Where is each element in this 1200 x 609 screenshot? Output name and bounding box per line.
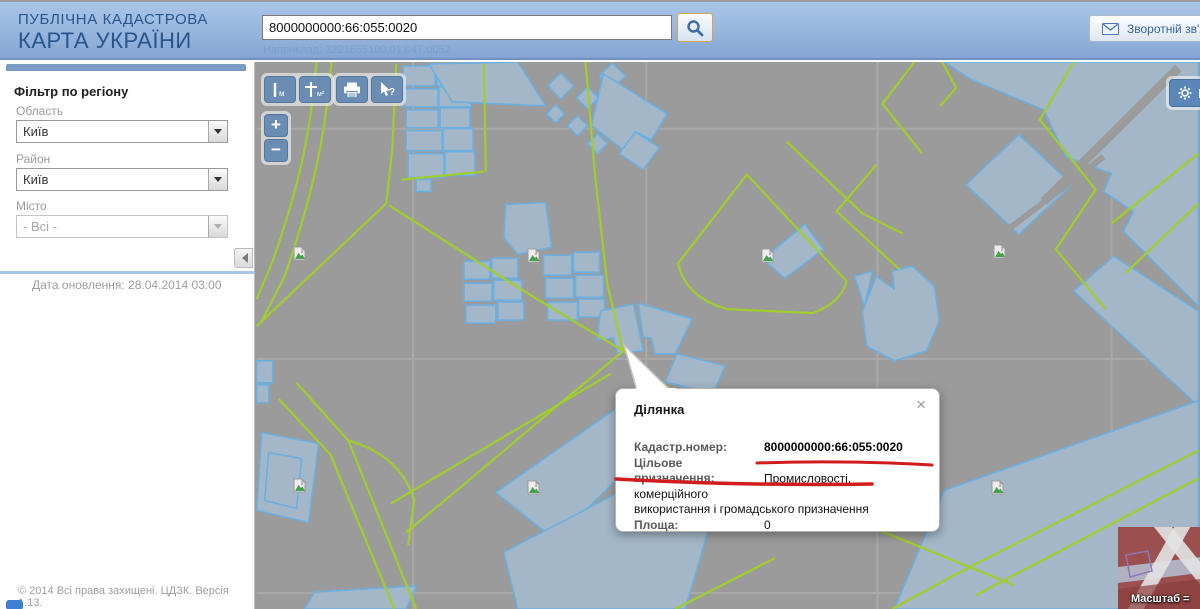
zoom-control: + − xyxy=(261,111,291,165)
purpose-label: Цільове призначення: xyxy=(634,456,764,487)
broken-image-marker[interactable] xyxy=(993,242,1007,259)
chevron-down-icon[interactable] xyxy=(208,169,227,190)
zoom-in-button[interactable]: + xyxy=(264,114,288,137)
svg-text:м²: м² xyxy=(317,91,325,98)
raion-value: Київ xyxy=(17,172,208,187)
svg-text:?: ? xyxy=(389,87,395,98)
print-button[interactable] xyxy=(336,76,368,103)
cadastral-number-label: Кадастр.номер: xyxy=(634,440,764,456)
chevron-down-icon[interactable] xyxy=(208,121,227,142)
app-logo[interactable]: ПУБЛІЧНА КАДАСТРОВА КАРТА УКРАЇНИ xyxy=(18,11,208,54)
scale-label: Масштаб = xyxy=(1131,593,1189,605)
broken-image-marker[interactable] xyxy=(293,476,307,493)
search-icon xyxy=(686,19,704,37)
chevron-down-icon xyxy=(208,216,227,237)
feedback-button[interactable]: Зворотній зв'я xyxy=(1089,15,1200,42)
raion-label: Район xyxy=(16,152,50,166)
oblast-label: Область xyxy=(16,104,63,118)
purpose-value-line2: використання і громадського призначення xyxy=(634,502,927,518)
filter-title: Фільтр по регіону xyxy=(14,84,128,99)
logo-line1: ПУБЛІЧНА КАДАСТРОВА xyxy=(18,11,208,28)
broken-image-marker[interactable] xyxy=(761,246,775,263)
sidebar-collapse-button[interactable] xyxy=(234,248,253,268)
misto-value: - Всі - xyxy=(17,219,208,234)
gear-icon xyxy=(1178,86,1192,100)
overview-minimap[interactable]: Масштаб = xyxy=(1118,527,1200,609)
utility-tool-group: ? xyxy=(333,73,406,106)
cadastral-map-app: { "header": { "logo_line1": "ПУБЛІЧНА КА… xyxy=(0,0,1200,609)
measure-area-button[interactable]: м² xyxy=(299,76,331,103)
footer-logo xyxy=(6,600,23,609)
copyright: © 2014 Всі права захищені. ЦДЗК. Версія … xyxy=(18,585,254,609)
zoom-out-button[interactable]: − xyxy=(264,139,288,162)
svg-text:м: м xyxy=(279,89,285,98)
broken-image-marker[interactable] xyxy=(527,478,541,495)
broken-image-marker[interactable] xyxy=(991,478,1005,495)
layers-group: L xyxy=(1166,76,1200,110)
printer-icon xyxy=(343,82,361,98)
close-icon[interactable]: × xyxy=(916,396,926,414)
envelope-icon xyxy=(1102,23,1119,35)
measure-length-icon: м xyxy=(270,81,290,99)
feedback-label: Зворотній зв'я xyxy=(1127,22,1200,36)
raion-select[interactable]: Київ xyxy=(16,168,228,191)
chevron-left-icon xyxy=(237,253,248,263)
identify-help-button[interactable]: ? xyxy=(371,76,403,103)
measure-tool-group: м м² xyxy=(261,73,334,106)
logo-line2: КАРТА УКРАЇНИ xyxy=(18,28,208,54)
oblast-select[interactable]: Київ xyxy=(16,120,228,143)
purpose-row: Цільове призначення:Промисловості, комер… xyxy=(634,456,927,503)
filter-sidebar: Фільтр по регіону Область Київ Район Киї… xyxy=(0,62,255,609)
oblast-value: Київ xyxy=(17,124,208,139)
search-hint: Наприклад: 3221655100:01:047:0052 xyxy=(263,44,451,56)
area-row: Площа:0 xyxy=(634,518,927,534)
sidebar-divider xyxy=(0,271,255,274)
update-date: Дата оновлення: 28.04.2014 03:00 xyxy=(32,278,222,292)
popup-title: Ділянка xyxy=(634,402,684,417)
area-value: 0 xyxy=(764,518,771,532)
popup-rows: Кадастр.номер:8000000000:66:055:0020 Ціл… xyxy=(634,440,927,533)
panel-top-bar xyxy=(6,64,246,71)
broken-image-marker[interactable] xyxy=(293,244,307,261)
misto-label: Місто xyxy=(16,199,47,213)
measure-length-button[interactable]: м xyxy=(264,76,296,103)
cadastral-number-value: 8000000000:66:055:0020 xyxy=(764,440,903,454)
layers-button[interactable]: L xyxy=(1169,79,1200,107)
parcel-info-popup: Ділянка × Кадастр.номер:8000000000:66:05… xyxy=(615,388,940,532)
area-label: Площа: xyxy=(634,518,764,534)
search-button[interactable] xyxy=(677,13,713,42)
misto-select: - Всі - xyxy=(16,215,228,238)
measure-area-icon: м² xyxy=(304,81,326,99)
cursor-help-icon: ? xyxy=(377,81,397,99)
broken-image-marker[interactable] xyxy=(527,246,541,263)
search-input[interactable] xyxy=(262,15,672,40)
header: ПУБЛІЧНА КАДАСТРОВА КАРТА УКРАЇНИ Наприк… xyxy=(0,0,1200,60)
cadastral-number-row: Кадастр.номер:8000000000:66:055:0020 xyxy=(634,440,927,456)
